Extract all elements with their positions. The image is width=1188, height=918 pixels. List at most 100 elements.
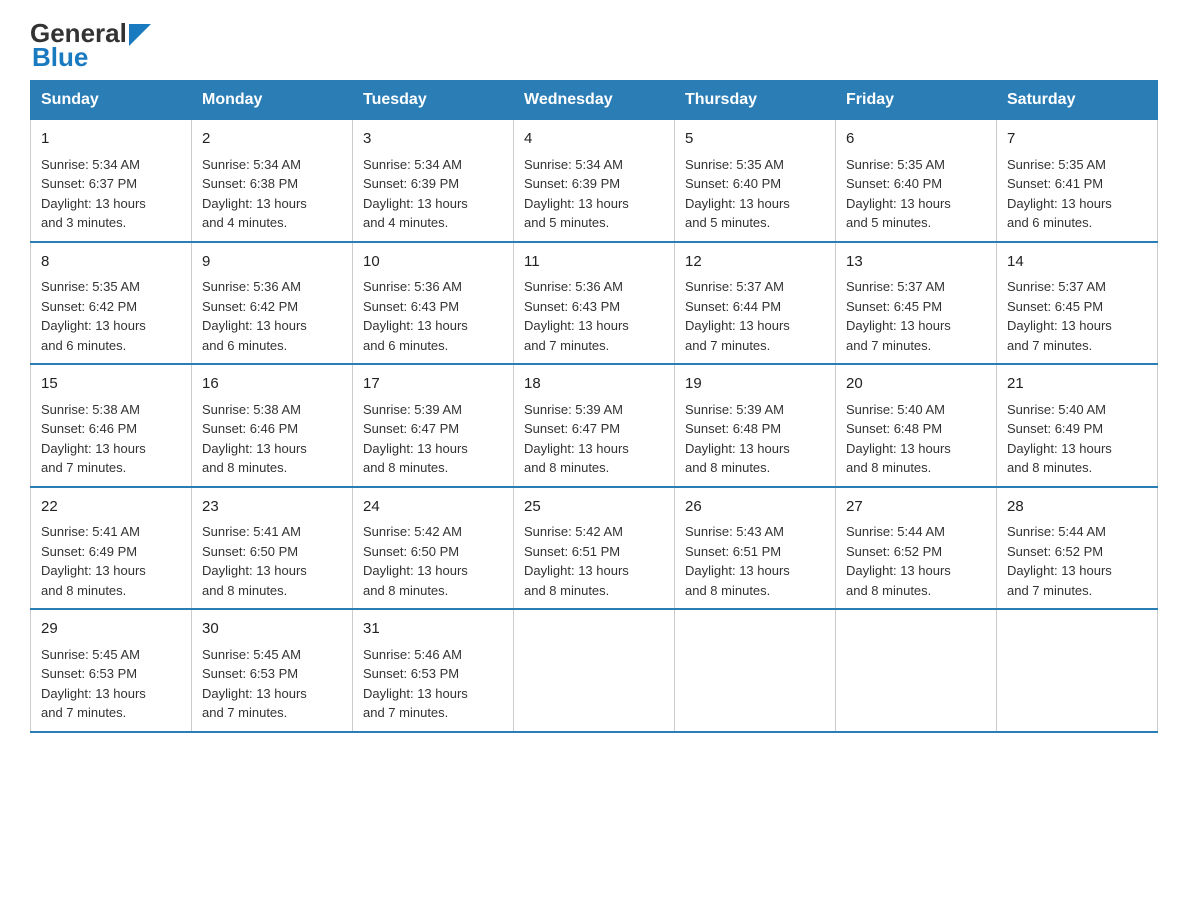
- day-number: 24: [363, 496, 503, 519]
- day-number: 15: [41, 373, 181, 396]
- day-info: Sunrise: 5:39 AMSunset: 6:48 PMDaylight:…: [685, 400, 825, 478]
- day-number: 3: [363, 128, 503, 151]
- calendar-week-row: 8 Sunrise: 5:35 AMSunset: 6:42 PMDayligh…: [31, 242, 1158, 365]
- day-info: Sunrise: 5:37 AMSunset: 6:45 PMDaylight:…: [846, 277, 986, 355]
- calendar-cell: 29 Sunrise: 5:45 AMSunset: 6:53 PMDaylig…: [31, 609, 192, 732]
- logo: General Blue: [30, 20, 151, 70]
- day-info: Sunrise: 5:42 AMSunset: 6:50 PMDaylight:…: [363, 522, 503, 600]
- calendar-cell: 16 Sunrise: 5:38 AMSunset: 6:46 PMDaylig…: [192, 364, 353, 487]
- calendar-cell: 14 Sunrise: 5:37 AMSunset: 6:45 PMDaylig…: [997, 242, 1158, 365]
- header-tuesday: Tuesday: [353, 81, 514, 120]
- day-info: Sunrise: 5:42 AMSunset: 6:51 PMDaylight:…: [524, 522, 664, 600]
- day-number: 14: [1007, 251, 1147, 274]
- calendar-cell: 17 Sunrise: 5:39 AMSunset: 6:47 PMDaylig…: [353, 364, 514, 487]
- calendar-cell: 9 Sunrise: 5:36 AMSunset: 6:42 PMDayligh…: [192, 242, 353, 365]
- day-number: 4: [524, 128, 664, 151]
- day-number: 18: [524, 373, 664, 396]
- day-number: 12: [685, 251, 825, 274]
- day-number: 26: [685, 496, 825, 519]
- day-number: 21: [1007, 373, 1147, 396]
- day-number: 28: [1007, 496, 1147, 519]
- calendar-table: SundayMondayTuesdayWednesdayThursdayFrid…: [30, 80, 1158, 733]
- calendar-cell: 15 Sunrise: 5:38 AMSunset: 6:46 PMDaylig…: [31, 364, 192, 487]
- header-sunday: Sunday: [31, 81, 192, 120]
- day-number: 20: [846, 373, 986, 396]
- day-number: 16: [202, 373, 342, 396]
- calendar-week-row: 22 Sunrise: 5:41 AMSunset: 6:49 PMDaylig…: [31, 487, 1158, 610]
- day-number: 11: [524, 251, 664, 274]
- calendar-week-row: 1 Sunrise: 5:34 AMSunset: 6:37 PMDayligh…: [31, 120, 1158, 242]
- calendar-cell: 23 Sunrise: 5:41 AMSunset: 6:50 PMDaylig…: [192, 487, 353, 610]
- calendar-cell: 18 Sunrise: 5:39 AMSunset: 6:47 PMDaylig…: [514, 364, 675, 487]
- day-number: 27: [846, 496, 986, 519]
- day-info: Sunrise: 5:39 AMSunset: 6:47 PMDaylight:…: [524, 400, 664, 478]
- calendar-cell: 19 Sunrise: 5:39 AMSunset: 6:48 PMDaylig…: [675, 364, 836, 487]
- day-info: Sunrise: 5:34 AMSunset: 6:38 PMDaylight:…: [202, 155, 342, 233]
- day-info: Sunrise: 5:41 AMSunset: 6:49 PMDaylight:…: [41, 522, 181, 600]
- calendar-cell: 30 Sunrise: 5:45 AMSunset: 6:53 PMDaylig…: [192, 609, 353, 732]
- calendar-week-row: 15 Sunrise: 5:38 AMSunset: 6:46 PMDaylig…: [31, 364, 1158, 487]
- header-saturday: Saturday: [997, 81, 1158, 120]
- day-number: 31: [363, 618, 503, 641]
- day-info: Sunrise: 5:36 AMSunset: 6:43 PMDaylight:…: [363, 277, 503, 355]
- day-number: 5: [685, 128, 825, 151]
- calendar-cell: 8 Sunrise: 5:35 AMSunset: 6:42 PMDayligh…: [31, 242, 192, 365]
- day-info: Sunrise: 5:34 AMSunset: 6:39 PMDaylight:…: [363, 155, 503, 233]
- calendar-cell: 11 Sunrise: 5:36 AMSunset: 6:43 PMDaylig…: [514, 242, 675, 365]
- day-number: 30: [202, 618, 342, 641]
- day-number: 25: [524, 496, 664, 519]
- day-info: Sunrise: 5:39 AMSunset: 6:47 PMDaylight:…: [363, 400, 503, 478]
- header-thursday: Thursday: [675, 81, 836, 120]
- day-number: 17: [363, 373, 503, 396]
- day-info: Sunrise: 5:44 AMSunset: 6:52 PMDaylight:…: [1007, 522, 1147, 600]
- day-number: 29: [41, 618, 181, 641]
- header-wednesday: Wednesday: [514, 81, 675, 120]
- calendar-cell: 13 Sunrise: 5:37 AMSunset: 6:45 PMDaylig…: [836, 242, 997, 365]
- day-info: Sunrise: 5:46 AMSunset: 6:53 PMDaylight:…: [363, 645, 503, 723]
- calendar-cell: 31 Sunrise: 5:46 AMSunset: 6:53 PMDaylig…: [353, 609, 514, 732]
- day-number: 2: [202, 128, 342, 151]
- calendar-week-row: 29 Sunrise: 5:45 AMSunset: 6:53 PMDaylig…: [31, 609, 1158, 732]
- calendar-cell: 12 Sunrise: 5:37 AMSunset: 6:44 PMDaylig…: [675, 242, 836, 365]
- calendar-cell: 7 Sunrise: 5:35 AMSunset: 6:41 PMDayligh…: [997, 120, 1158, 242]
- day-info: Sunrise: 5:38 AMSunset: 6:46 PMDaylight:…: [41, 400, 181, 478]
- calendar-cell: 6 Sunrise: 5:35 AMSunset: 6:40 PMDayligh…: [836, 120, 997, 242]
- day-info: Sunrise: 5:36 AMSunset: 6:42 PMDaylight:…: [202, 277, 342, 355]
- day-info: Sunrise: 5:45 AMSunset: 6:53 PMDaylight:…: [202, 645, 342, 723]
- day-number: 6: [846, 128, 986, 151]
- day-info: Sunrise: 5:41 AMSunset: 6:50 PMDaylight:…: [202, 522, 342, 600]
- day-info: Sunrise: 5:34 AMSunset: 6:39 PMDaylight:…: [524, 155, 664, 233]
- day-info: Sunrise: 5:45 AMSunset: 6:53 PMDaylight:…: [41, 645, 181, 723]
- day-info: Sunrise: 5:35 AMSunset: 6:41 PMDaylight:…: [1007, 155, 1147, 233]
- calendar-cell: 20 Sunrise: 5:40 AMSunset: 6:48 PMDaylig…: [836, 364, 997, 487]
- day-number: 19: [685, 373, 825, 396]
- day-number: 7: [1007, 128, 1147, 151]
- calendar-cell: [675, 609, 836, 732]
- calendar-cell: 1 Sunrise: 5:34 AMSunset: 6:37 PMDayligh…: [31, 120, 192, 242]
- calendar-cell: 21 Sunrise: 5:40 AMSunset: 6:49 PMDaylig…: [997, 364, 1158, 487]
- calendar-cell: [514, 609, 675, 732]
- calendar-cell: 2 Sunrise: 5:34 AMSunset: 6:38 PMDayligh…: [192, 120, 353, 242]
- day-info: Sunrise: 5:36 AMSunset: 6:43 PMDaylight:…: [524, 277, 664, 355]
- calendar-header-row: SundayMondayTuesdayWednesdayThursdayFrid…: [31, 81, 1158, 120]
- page-header: General Blue: [30, 20, 1158, 70]
- day-info: Sunrise: 5:38 AMSunset: 6:46 PMDaylight:…: [202, 400, 342, 478]
- day-number: 9: [202, 251, 342, 274]
- calendar-cell: 22 Sunrise: 5:41 AMSunset: 6:49 PMDaylig…: [31, 487, 192, 610]
- day-info: Sunrise: 5:35 AMSunset: 6:40 PMDaylight:…: [846, 155, 986, 233]
- calendar-cell: 10 Sunrise: 5:36 AMSunset: 6:43 PMDaylig…: [353, 242, 514, 365]
- day-number: 10: [363, 251, 503, 274]
- calendar-cell: [836, 609, 997, 732]
- calendar-cell: 3 Sunrise: 5:34 AMSunset: 6:39 PMDayligh…: [353, 120, 514, 242]
- day-info: Sunrise: 5:37 AMSunset: 6:44 PMDaylight:…: [685, 277, 825, 355]
- day-info: Sunrise: 5:35 AMSunset: 6:40 PMDaylight:…: [685, 155, 825, 233]
- day-info: Sunrise: 5:37 AMSunset: 6:45 PMDaylight:…: [1007, 277, 1147, 355]
- day-number: 8: [41, 251, 181, 274]
- day-number: 22: [41, 496, 181, 519]
- day-info: Sunrise: 5:34 AMSunset: 6:37 PMDaylight:…: [41, 155, 181, 233]
- logo-triangle-icon: [129, 24, 151, 46]
- day-info: Sunrise: 5:35 AMSunset: 6:42 PMDaylight:…: [41, 277, 181, 355]
- calendar-cell: 26 Sunrise: 5:43 AMSunset: 6:51 PMDaylig…: [675, 487, 836, 610]
- day-info: Sunrise: 5:40 AMSunset: 6:49 PMDaylight:…: [1007, 400, 1147, 478]
- calendar-cell: 5 Sunrise: 5:35 AMSunset: 6:40 PMDayligh…: [675, 120, 836, 242]
